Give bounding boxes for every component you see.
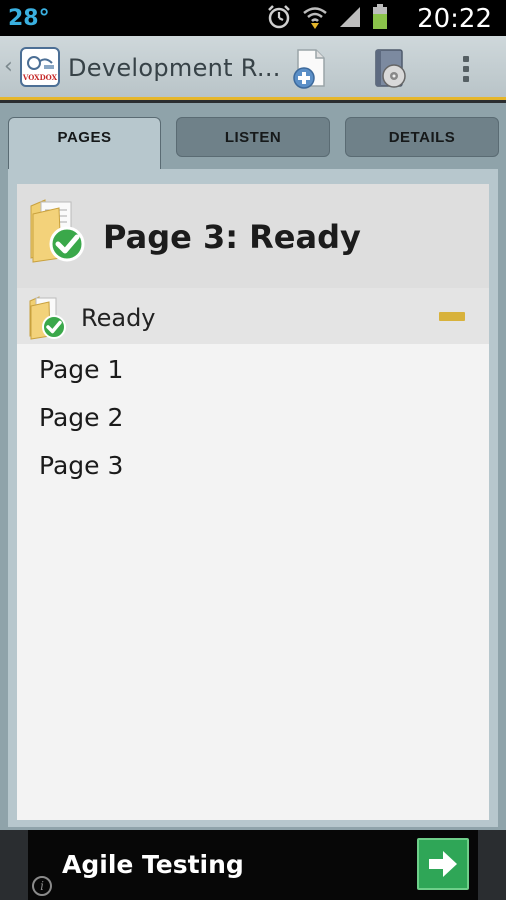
page-list: Page 1 Page 2 Page 3 — [17, 350, 489, 494]
clock: 20:22 — [417, 4, 492, 34]
page-title: Page 3: Ready — [103, 218, 361, 256]
battery-icon — [372, 4, 388, 35]
group-label: Ready — [81, 304, 156, 332]
folder-ready-small-icon — [27, 294, 67, 340]
app-logo[interactable]: VOXDOX — [20, 47, 60, 87]
add-page-button[interactable] — [288, 46, 332, 90]
list-item-page-1[interactable]: Page 1 — [17, 350, 489, 398]
logo-text: VOXDOX — [22, 73, 58, 82]
temperature-readout: 28° — [8, 6, 50, 31]
signal-icon — [338, 5, 362, 34]
overflow-menu-button[interactable] — [446, 46, 486, 90]
status-icons — [266, 4, 388, 35]
audio-book-icon — [375, 49, 406, 88]
ad-text: Agile Testing — [62, 850, 244, 879]
tabs-area: PAGES LISTEN DETAILS Page 3: Ready Ready… — [0, 103, 506, 830]
ad-arrow-button[interactable] — [417, 838, 469, 890]
tab-pages[interactable]: PAGES — [8, 117, 161, 173]
add-page-icon — [293, 49, 325, 89]
back-chevron-icon[interactable]: ‹ — [4, 54, 13, 79]
pages-panel: Page 3: Ready Ready Page 1 Page 2 Page 3 — [17, 184, 489, 820]
folder-ready-icon — [27, 196, 87, 264]
wifi-icon — [302, 4, 328, 35]
collapse-icon[interactable] — [439, 312, 465, 321]
action-bar: ‹ VOXDOX Development R... — [0, 36, 506, 100]
list-item-page-3[interactable]: Page 3 — [17, 446, 489, 494]
audio-book-button[interactable] — [368, 46, 412, 90]
status-bar: 28° 20:22 — [0, 0, 506, 36]
tab-listen[interactable]: LISTEN — [176, 117, 330, 157]
arrow-right-icon — [429, 851, 457, 877]
ad-banner[interactable]: Agile Testing i — [28, 830, 478, 900]
app-title: Development R... — [68, 54, 281, 82]
content-frame: Page 3: Ready Ready Page 1 Page 2 Page 3 — [8, 169, 498, 827]
info-icon[interactable]: i — [32, 876, 52, 896]
page-header: Page 3: Ready — [17, 184, 489, 288]
tab-details[interactable]: DETAILS — [345, 117, 499, 157]
list-item-page-2[interactable]: Page 2 — [17, 398, 489, 446]
ready-group-row[interactable]: Ready — [17, 288, 489, 344]
alarm-icon — [266, 4, 292, 35]
